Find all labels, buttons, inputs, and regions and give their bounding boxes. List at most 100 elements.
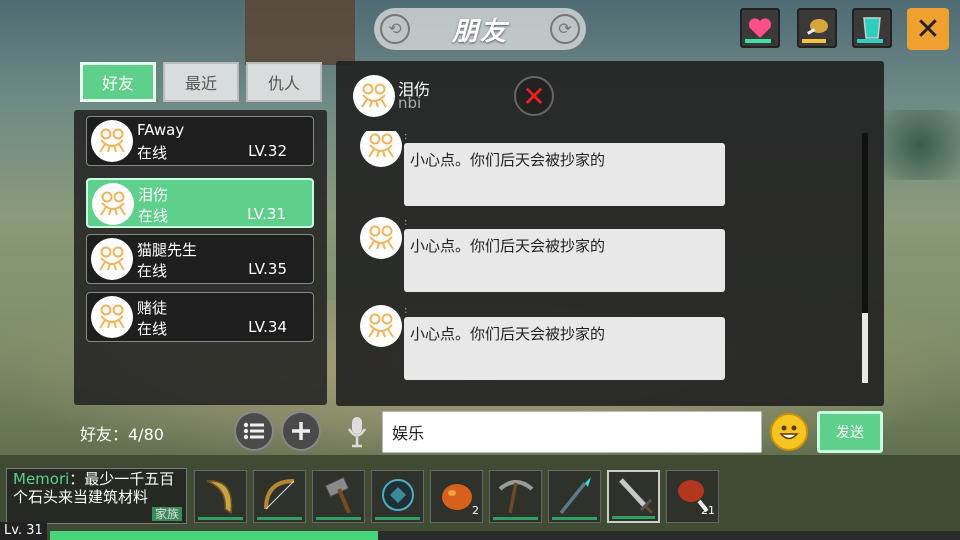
hotbar-slot[interactable]	[489, 470, 542, 523]
health-button[interactable]	[740, 8, 780, 48]
avatar	[91, 120, 133, 162]
frog-avatar-icon	[99, 304, 125, 329]
hunger-meter	[802, 39, 832, 43]
frog-avatar-icon	[368, 225, 394, 250]
orb-icon	[382, 479, 414, 511]
message-bubble: 小心点。你们后天会被抄家的	[404, 229, 725, 292]
close-button[interactable]: ✕	[907, 8, 949, 50]
frog-avatar-icon	[361, 83, 387, 108]
frog-avatar-icon	[368, 133, 394, 158]
background-tree	[245, 0, 355, 65]
avatar	[360, 217, 402, 259]
durability-bar	[552, 517, 597, 520]
thirst-meter	[857, 39, 887, 43]
durability-bar	[198, 517, 243, 520]
title-ornament-left-icon: ⟲	[380, 14, 410, 44]
thirst-button[interactable]	[852, 8, 892, 48]
friend-name: 赌徒	[137, 299, 168, 317]
hotbar: 2 21	[194, 470, 719, 523]
hotbar-slot[interactable]	[253, 470, 306, 523]
spear-icon	[559, 477, 591, 515]
friend-item[interactable]: 猫腿先生 在线 LV.35	[86, 234, 314, 284]
hotbar-slot[interactable]: 21	[666, 470, 719, 523]
avatar	[91, 296, 133, 338]
friend-item[interactable]: 赌徒 在线 LV.34	[86, 292, 314, 342]
background-plant	[880, 110, 960, 180]
friend-name: 泪伤	[138, 186, 169, 204]
durability-bar	[493, 517, 538, 520]
message-list[interactable]: : 小心点。你们后天会被抄家的 : 小心点。你们后天会被抄家的 : 小心点。你们…	[336, 131, 884, 401]
avatar	[353, 75, 395, 117]
plus-icon	[292, 422, 310, 440]
avatar	[360, 305, 402, 347]
friend-level: LV.31	[247, 205, 286, 223]
scrollbar-thumb[interactable]	[862, 313, 868, 383]
message-item: : 小心点。你们后天会被抄家的	[360, 217, 730, 292]
hotbar-slot[interactable]	[194, 470, 247, 523]
player-level: Lv. 31	[0, 522, 47, 540]
frog-avatar-icon	[368, 313, 394, 338]
close-icon: ✕	[915, 11, 941, 47]
pickaxe-icon	[498, 480, 534, 514]
hunger-button[interactable]	[797, 8, 837, 48]
experience-fill	[50, 531, 378, 540]
voice-button[interactable]	[343, 414, 371, 450]
avatar	[91, 238, 133, 280]
stone-hammer-icon	[324, 476, 351, 514]
list-icon	[243, 422, 264, 440]
durability-bar	[375, 517, 420, 520]
sender-marker: :	[404, 305, 408, 316]
durability-bar	[316, 517, 361, 520]
microphone-icon	[347, 417, 367, 448]
sender-marker: :	[404, 217, 408, 228]
hotbar-slot[interactable]	[371, 470, 424, 523]
delete-friend-button[interactable]: ✕	[514, 76, 554, 116]
friend-list: FAway 在线 LV.32 泪伤 在线 LV.31 猫腿先生 在线 LV.35…	[74, 110, 327, 405]
frog-avatar-icon	[99, 128, 125, 153]
item-count: 21	[701, 504, 715, 517]
friend-count: 好友：4/80	[80, 425, 164, 444]
sender-marker: :	[404, 131, 408, 142]
friend-level: LV.35	[248, 260, 287, 278]
hotbar-slot-selected[interactable]	[607, 470, 660, 523]
water-cup-icon	[863, 17, 881, 39]
chat-input[interactable]	[382, 411, 762, 453]
durability-bar	[612, 516, 655, 519]
friend-level: LV.34	[248, 318, 287, 336]
heart-icon	[748, 18, 772, 38]
friend-level: LV.32	[248, 142, 287, 160]
frog-avatar-icon	[100, 191, 126, 216]
send-button[interactable]: 发送	[817, 411, 883, 453]
add-friend-button[interactable]	[281, 411, 321, 451]
message-item: : 小心点。你们后天会被抄家的	[360, 305, 730, 380]
title-bar: ⟲ 朋友 ⟳	[374, 8, 586, 50]
friend-status: 在线	[137, 320, 168, 338]
experience-bar	[50, 531, 960, 540]
frog-avatar-icon	[99, 246, 125, 271]
durability-bar	[257, 517, 302, 520]
message-item: : 小心点。你们后天会被抄家的	[360, 131, 730, 206]
health-meter	[745, 39, 775, 43]
friend-item[interactable]: FAway 在线 LV.32	[86, 116, 314, 166]
friend-tabs: 好友 最近 仇人	[80, 62, 322, 102]
tab-recent[interactable]: 最近	[163, 62, 239, 102]
hotbar-slot[interactable]	[312, 470, 365, 523]
sword-icon	[619, 478, 654, 515]
fruit-icon	[442, 484, 472, 510]
friend-status: 在线	[138, 207, 169, 225]
hotbar-slot[interactable]: 2	[430, 470, 483, 523]
page-title: 朋友	[451, 16, 508, 47]
notice-channel-tag: 家族	[151, 507, 182, 521]
drumstick-icon	[807, 19, 828, 35]
tab-enemies[interactable]: 仇人	[246, 62, 322, 102]
chat-scrollbar[interactable]	[862, 133, 868, 383]
friend-name: 猫腿先生	[137, 241, 198, 259]
friend-menu-button[interactable]	[234, 411, 274, 451]
friend-status: 在线	[137, 144, 168, 162]
hotbar-slot[interactable]	[548, 470, 601, 523]
friend-item-selected[interactable]: 泪伤 在线 LV.31	[86, 178, 314, 228]
tab-friends[interactable]: 好友	[80, 62, 156, 102]
emoji-button[interactable]	[770, 413, 808, 451]
clan-notice: Memori：最少一千五百个石头来当建筑材料 家族	[6, 468, 187, 524]
title-ornament-right-icon: ⟳	[550, 14, 580, 44]
